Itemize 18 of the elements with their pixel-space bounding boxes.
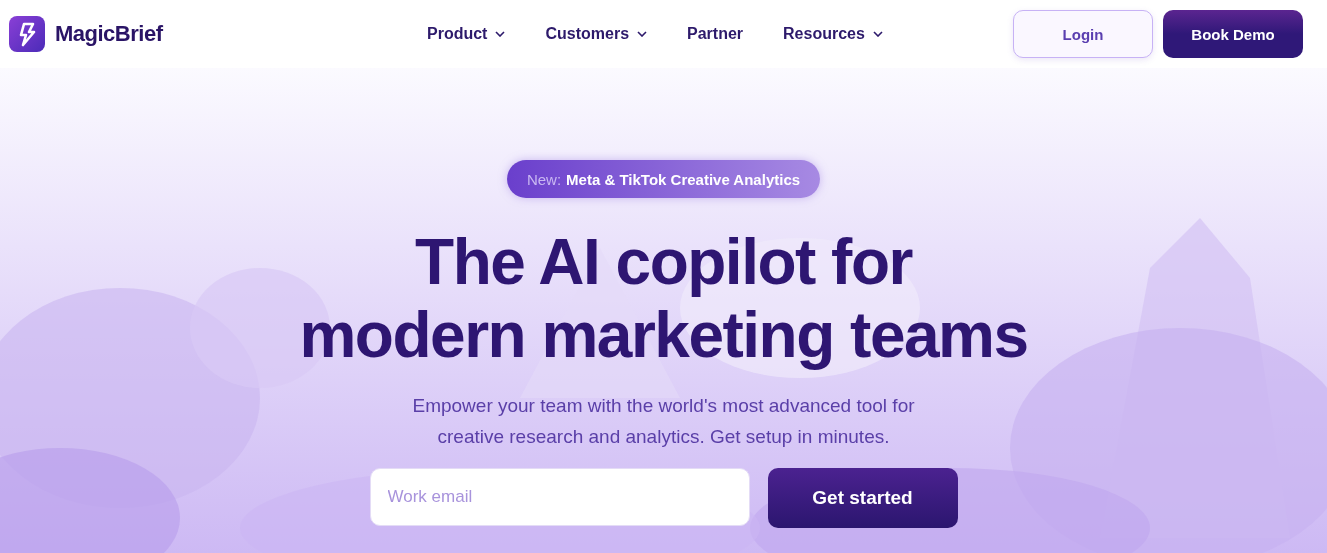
chevron-down-icon (872, 31, 883, 37)
chevron-down-icon (637, 31, 648, 37)
login-button[interactable]: Login (1013, 10, 1153, 58)
book-demo-button[interactable]: Book Demo (1163, 10, 1303, 58)
subtitle: Empower your team with the world's most advanced tool for creative research and analytics. Get setup in minutes. (412, 394, 915, 449)
nav-link[interactable]: Partner (687, 25, 744, 43)
badge-text: Meta & TikTok Creative Analytics (566, 170, 801, 188)
logo-icon (9, 16, 45, 52)
chevron-down-icon (495, 31, 506, 37)
email-field[interactable]: Work email (369, 468, 750, 526)
nav-link[interactable]: Resources (783, 25, 883, 43)
nav-link[interactable]: Product (427, 25, 506, 43)
nav-link[interactable]: Customers (545, 25, 648, 43)
badge-prefix: New: (526, 170, 562, 188)
get-started-button[interactable]: Get started (767, 468, 958, 528)
brand-name[interactable]: MagicBrief (55, 21, 163, 47)
announcement-badge[interactable]: New: Meta & TikTok Creative Analytics (506, 160, 821, 198)
headline: The AI copilot for modern marketing teams (299, 226, 1028, 372)
